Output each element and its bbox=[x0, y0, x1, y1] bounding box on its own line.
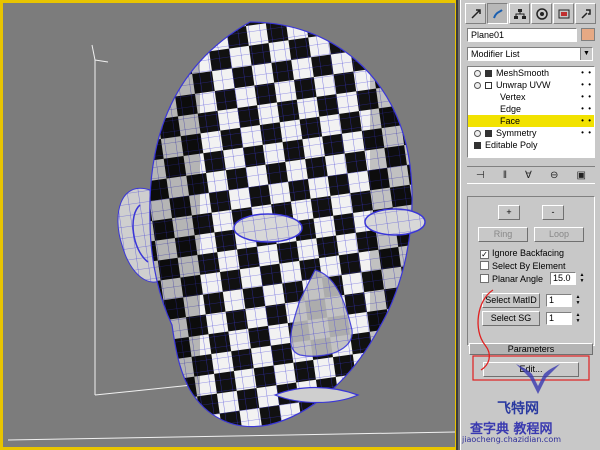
stack-toolbar: ⊣ ‖ ∀ ⊖ ▣ bbox=[467, 166, 595, 184]
modifier-list-label: Modifier List bbox=[471, 49, 520, 59]
object-name-row: Plane01 bbox=[467, 27, 597, 42]
loop-button[interactable]: Loop bbox=[534, 227, 584, 242]
stack-item-edge[interactable]: Edge • • bbox=[468, 103, 594, 115]
planar-angle-spinner-arrows[interactable]: ▲ ▼ bbox=[578, 272, 586, 285]
show-end-result-icon: • • bbox=[581, 128, 592, 137]
stack-item-label: MeshSmooth bbox=[496, 68, 550, 78]
sg-spinner-arrows[interactable]: ▲ ▼ bbox=[574, 312, 582, 325]
remove-modifier-icon[interactable]: ⊖ bbox=[550, 170, 558, 181]
motion-icon bbox=[535, 7, 548, 20]
show-end-result-icon: • • bbox=[581, 104, 592, 113]
stack-item-face[interactable]: Face • • bbox=[468, 115, 594, 127]
sg-spinner[interactable]: 1 bbox=[546, 312, 572, 325]
display-tab[interactable] bbox=[553, 3, 574, 24]
planar-angle-spinner[interactable]: 15.0 bbox=[550, 272, 576, 285]
lightbulb-icon[interactable] bbox=[474, 82, 481, 89]
create-tab[interactable] bbox=[465, 3, 486, 24]
expand-icon[interactable] bbox=[485, 70, 492, 77]
ignore-backfacing-label: Ignore Backfacing bbox=[492, 248, 565, 258]
object-name-field[interactable]: Plane01 bbox=[467, 27, 577, 42]
show-end-result-icon: • • bbox=[581, 116, 592, 125]
create-icon bbox=[470, 8, 481, 19]
shrink-selection-button[interactable]: - bbox=[542, 205, 564, 220]
display-icon bbox=[558, 9, 569, 18]
stack-item-meshsmooth[interactable]: MeshSmooth • • bbox=[468, 67, 594, 79]
active-viewport-border bbox=[0, 0, 456, 450]
stack-item-unwrap-uvw[interactable]: Unwrap UVW • • bbox=[468, 79, 594, 91]
stack-item-symmetry[interactable]: Symmetry • • bbox=[468, 127, 594, 139]
grow-selection-button[interactable]: + bbox=[498, 205, 520, 220]
object-color-swatch[interactable] bbox=[581, 28, 595, 41]
motion-tab[interactable] bbox=[531, 3, 552, 24]
stack-item-label: Edge bbox=[500, 104, 522, 114]
expand-icon[interactable] bbox=[485, 130, 492, 137]
select-sg-button[interactable]: Select SG bbox=[482, 311, 540, 326]
select-matid-button[interactable]: Select MatID bbox=[482, 293, 540, 308]
modify-icon bbox=[492, 8, 503, 18]
stack-item-label: Unwrap UVW bbox=[496, 80, 551, 90]
show-end-result-icon: • • bbox=[581, 92, 592, 101]
parameters-rollout-header[interactable]: Parameters bbox=[469, 343, 593, 355]
make-unique-icon[interactable]: ∀ bbox=[525, 170, 532, 181]
watermark-url: jiaocheng.chazidian.com bbox=[462, 435, 562, 444]
lightbulb-icon[interactable] bbox=[474, 130, 481, 137]
select-by-element-label: Select By Element bbox=[492, 261, 566, 271]
modifier-stack: MeshSmooth • • Unwrap UVW • • Vertex • • Ed… bbox=[467, 66, 595, 158]
show-end-result-icon: • • bbox=[581, 80, 592, 89]
hierarchy-icon bbox=[513, 8, 526, 19]
stack-item-label: Face bbox=[500, 116, 521, 126]
planar-angle-option[interactable]: Planar Angle bbox=[480, 273, 543, 285]
stack-item-vertex[interactable]: Vertex • • bbox=[468, 91, 594, 103]
utilities-icon bbox=[580, 8, 591, 19]
command-panel-tabs bbox=[465, 3, 596, 25]
stack-item-editable-poly[interactable]: Editable Poly bbox=[468, 139, 594, 151]
pin-stack-icon[interactable]: ⊣ bbox=[476, 170, 485, 181]
watermark-logo-icon bbox=[516, 364, 560, 394]
stack-item-label: Editable Poly bbox=[485, 140, 538, 150]
show-end-result-toggle-icon[interactable]: ‖ bbox=[503, 170, 507, 181]
select-by-element-checkbox[interactable] bbox=[480, 261, 489, 270]
ignore-backfacing-checkbox[interactable]: ✓ bbox=[480, 250, 489, 259]
perspective-viewport[interactable] bbox=[0, 0, 458, 450]
show-end-result-icon: • • bbox=[581, 68, 592, 77]
planar-angle-label: Planar Angle bbox=[492, 274, 544, 284]
ignore-backfacing-option[interactable]: ✓ Ignore Backfacing bbox=[480, 247, 564, 259]
stack-item-label: Vertex bbox=[500, 92, 526, 102]
chevron-down-icon: ▼ bbox=[580, 48, 592, 60]
ring-button[interactable]: Ring bbox=[478, 227, 528, 242]
selection-rollout: + - Ring Loop ✓ Ignore Backfacing Select … bbox=[467, 196, 595, 346]
hierarchy-tab[interactable] bbox=[509, 3, 530, 24]
expand-icon[interactable] bbox=[474, 142, 481, 149]
matid-spinner[interactable]: 1 bbox=[546, 294, 572, 307]
configure-modifier-sets-icon[interactable]: ▣ bbox=[576, 170, 585, 181]
modify-tab[interactable] bbox=[487, 3, 508, 24]
utilities-tab[interactable] bbox=[575, 3, 596, 24]
select-by-element-option[interactable]: Select By Element bbox=[480, 260, 566, 272]
lightbulb-icon[interactable] bbox=[474, 70, 481, 77]
planar-angle-checkbox[interactable] bbox=[480, 274, 489, 283]
matid-spinner-arrows[interactable]: ▲ ▼ bbox=[574, 294, 582, 307]
collapse-icon[interactable] bbox=[485, 82, 492, 89]
modifier-list-dropdown[interactable]: Modifier List ▼ bbox=[467, 47, 593, 61]
watermark-brand: 飞特网 bbox=[497, 401, 539, 417]
stack-item-label: Symmetry bbox=[496, 128, 537, 138]
